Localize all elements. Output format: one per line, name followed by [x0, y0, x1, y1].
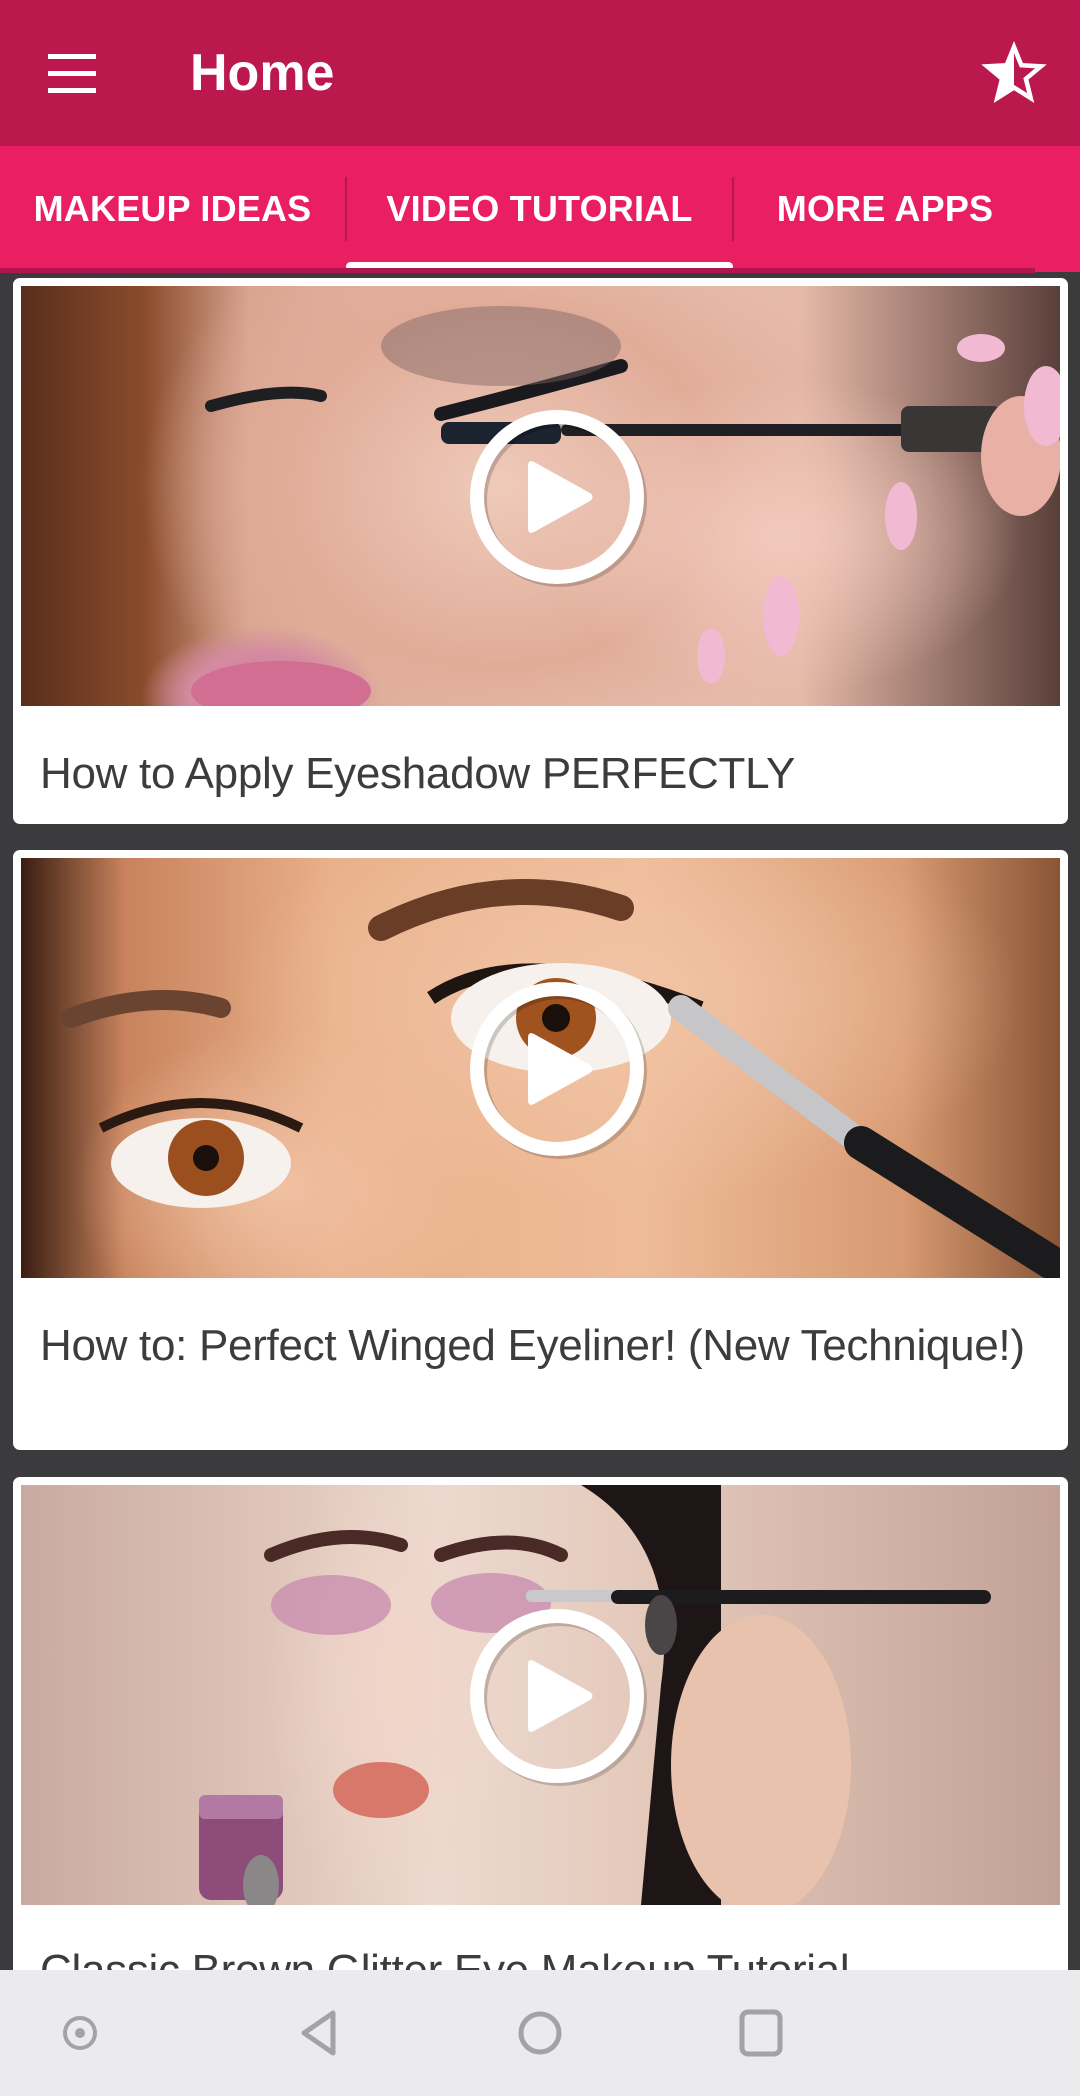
assistant-button[interactable] — [45, 2000, 115, 2066]
video-thumbnail — [21, 286, 1060, 706]
back-button[interactable] — [285, 2000, 355, 2066]
video-thumbnail — [21, 858, 1060, 1278]
app-bar: Home — [0, 0, 1080, 146]
home-icon — [518, 2011, 562, 2055]
recents-button[interactable] — [726, 2000, 796, 2066]
tab-bar: MAKEUP IDEAS VIDEO TUTORIAL MORE APPS — [0, 146, 1080, 272]
play-circle-icon[interactable] — [464, 976, 650, 1162]
half-star-rate-icon — [981, 41, 1047, 103]
video-card[interactable]: How to Apply Eyeshadow PERFECTLY — [13, 278, 1068, 824]
system-navigation-bar — [0, 1970, 1080, 2096]
back-icon — [301, 2010, 336, 2056]
recents-icon — [739, 2009, 783, 2057]
video-title: How to: Perfect Winged Eyeliner! (New Te… — [40, 1321, 1025, 1370]
video-card[interactable]: How to: Perfect Winged Eyeliner! (New Te… — [13, 850, 1068, 1450]
home-button[interactable] — [505, 2000, 575, 2066]
video-title: How to Apply Eyeshadow PERFECTLY — [40, 749, 796, 798]
tab-bar-shadow — [0, 268, 1035, 273]
play-circle-icon[interactable] — [464, 1603, 650, 1789]
rate-button[interactable] — [980, 40, 1048, 108]
assistant-dot-icon — [63, 2016, 97, 2050]
tab-makeup-ideas[interactable]: MAKEUP IDEAS — [0, 146, 345, 272]
video-card[interactable]: Classic Brown Glitter Eye Makeup Tutoria… — [13, 1477, 1068, 2037]
tab-more-apps[interactable]: MORE APPS — [734, 146, 1036, 272]
hamburger-menu-icon — [36, 43, 110, 103]
menu-button[interactable] — [36, 43, 110, 103]
tab-video-tutorial[interactable]: VIDEO TUTORIAL — [346, 146, 733, 272]
play-circle-icon[interactable] — [464, 404, 650, 590]
page-title: Home — [190, 44, 335, 102]
video-thumbnail — [21, 1485, 1060, 1905]
